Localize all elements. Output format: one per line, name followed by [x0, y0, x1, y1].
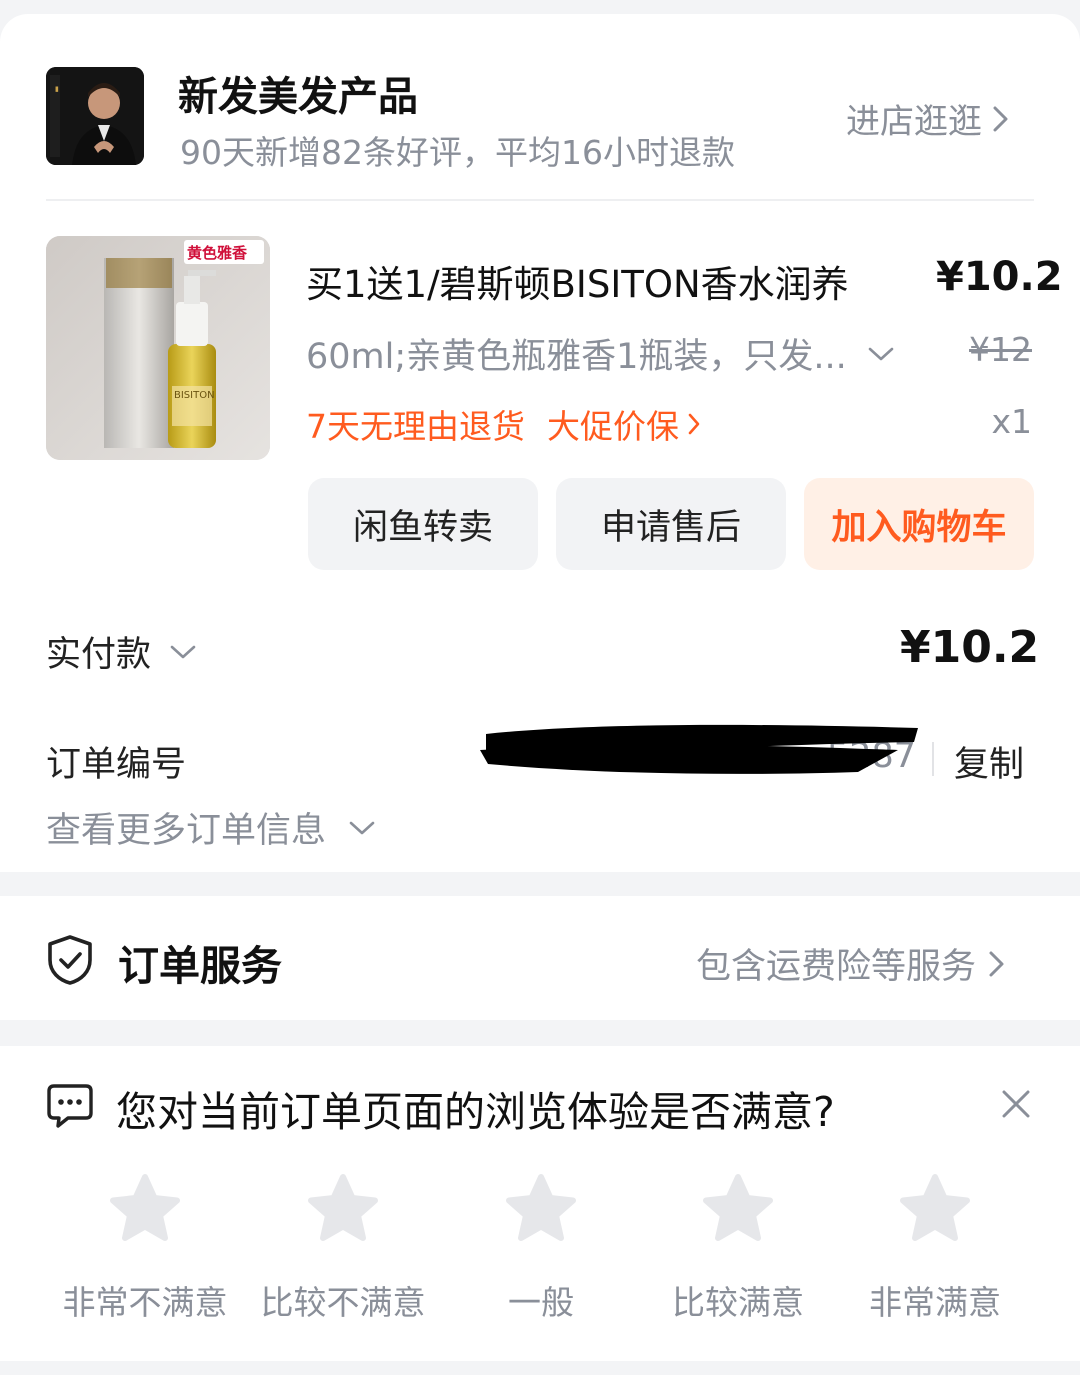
product-sku-text: 60ml;亲黄色瓶雅香1瓶装，只发... [306, 337, 847, 377]
rating-option-unsatisfied[interactable]: 比较不满意 [248, 1172, 438, 1324]
star-icon [110, 1174, 180, 1241]
chat-bubble-icon [47, 1084, 93, 1128]
rating-option-neutral[interactable]: 一般 [446, 1172, 636, 1324]
product-service-tags[interactable]: 7天无理由退货 大促价保 [306, 400, 701, 448]
payment-amount: ¥10.2 [900, 622, 1040, 673]
product-image[interactable]: 黄色雅香 BISITON [46, 236, 270, 460]
product-image-badge: 黄色雅香 [187, 244, 248, 262]
rating-option-very-satisfied[interactable]: 非常满意 [840, 1172, 1030, 1324]
divider [46, 199, 1034, 201]
after-sale-button[interactable]: 申请售后 [556, 478, 786, 570]
price-protect-tag: 大促价保 [547, 407, 679, 446]
more-order-info-toggle[interactable]: 查看更多订单信息 [46, 802, 376, 853]
chevron-right-icon [688, 413, 700, 435]
chevron-down-icon [170, 645, 196, 658]
close-icon[interactable] [1000, 1088, 1032, 1120]
shop-name[interactable]: 新发美发产品 [178, 64, 418, 122]
chevron-right-icon [993, 106, 1008, 131]
add-to-cart-button[interactable]: 加入购物车 [804, 478, 1034, 570]
svg-text:▮: ▮ [55, 85, 59, 93]
order-service-link[interactable]: 包含运费险等服务 [696, 938, 1006, 989]
order-number-label: 订单编号 [46, 745, 187, 785]
star-icon [308, 1174, 378, 1241]
rating-option-label: 非常不满意 [62, 1283, 228, 1322]
shield-check-icon [48, 935, 92, 985]
product-sku-selector[interactable]: 60ml;亲黄色瓶雅香1瓶装，只发... [306, 328, 895, 379]
return-policy-tag: 7天无理由退货 [306, 407, 525, 446]
rating-option-label: 比较不满意 [260, 1283, 426, 1322]
star-icon [900, 1174, 970, 1241]
more-order-info-label: 查看更多订单信息 [46, 811, 327, 851]
separator [932, 742, 934, 776]
star-icon [506, 1174, 576, 1241]
product-image-brand: BISITON [174, 390, 215, 401]
satisfaction-survey-card: 您对当前订单页面的浏览体验是否满意? 非常不满意 比较不满意 一般 比较满意 非… [0, 1046, 1080, 1361]
order-card: ▮ 新发美发产品 90天新增82条好评，平均16小时退款 进店逛逛 黄色雅香 B… [0, 14, 1080, 872]
shop-logo[interactable]: ▮ [46, 67, 144, 165]
rating-option-label: 非常满意 [869, 1283, 1001, 1322]
product-price: ¥10.2 [936, 254, 1063, 300]
survey-question: 您对当前订单页面的浏览体验是否满意? [116, 1088, 835, 1136]
copy-order-number-button[interactable]: 复制 [954, 736, 1024, 787]
product-quantity: x1 [991, 402, 1032, 441]
visit-shop-label: 进店逛逛 [846, 102, 982, 142]
redaction-scribble [480, 724, 918, 774]
star-icon [703, 1174, 773, 1241]
visit-shop-link[interactable]: 进店逛逛 [846, 94, 1010, 143]
shop-description: 90天新增82条好评，平均16小时退款 [180, 133, 735, 172]
rating-option-label: 一般 [508, 1283, 574, 1322]
resell-button[interactable]: 闲鱼转卖 [308, 478, 538, 570]
payment-label: 实付款 [46, 635, 152, 675]
rating-option-label: 比较满意 [672, 1283, 804, 1322]
product-original-price: ¥12 [969, 330, 1032, 369]
chevron-right-icon [989, 951, 1004, 976]
rating-option-very-unsatisfied[interactable]: 非常不满意 [50, 1172, 240, 1324]
payment-label-toggle[interactable]: 实付款 [46, 626, 197, 677]
product-title[interactable]: 买1送1/碧斯顿BISITON香水润养 [306, 254, 849, 308]
chevron-down-icon [868, 347, 894, 360]
order-service-card[interactable]: 订单服务 包含运费险等服务 [0, 896, 1080, 1020]
rating-option-satisfied[interactable]: 比较满意 [643, 1172, 833, 1324]
order-service-title: 订单服务 [118, 942, 282, 990]
order-service-link-label: 包含运费险等服务 [696, 947, 977, 987]
chevron-down-icon [349, 821, 375, 834]
